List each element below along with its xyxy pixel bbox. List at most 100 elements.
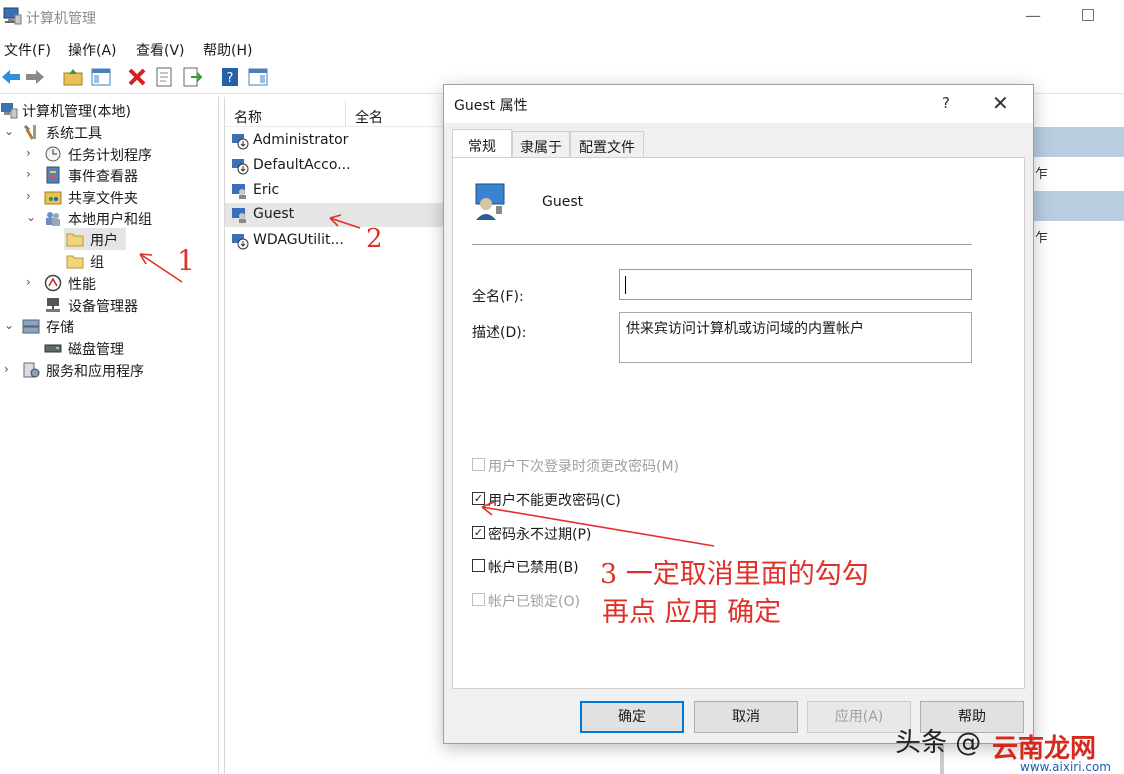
folder-icon — [66, 233, 84, 247]
divider — [472, 244, 972, 245]
tab-profile[interactable]: 配置文件 — [570, 131, 644, 157]
menu-action[interactable]: 操作(A) — [68, 40, 117, 60]
actions-header-guest[interactable] — [1033, 191, 1124, 221]
checkbox-box-checked[interactable]: ✓ — [472, 526, 485, 539]
help-icon[interactable]: ? — [219, 66, 241, 88]
folder-icon — [66, 255, 84, 269]
dialog-title-bar: Guest 属性 ? ✕ — [444, 85, 1033, 123]
performance-icon — [44, 274, 62, 292]
collapsed-chevron-icon[interactable]: › — [26, 167, 38, 181]
collapsed-chevron-icon[interactable]: › — [26, 146, 38, 160]
menu-file[interactable]: 文件(F) — [4, 40, 51, 60]
actions-more-label[interactable]: 乍 — [1035, 163, 1048, 182]
window-title: 计算机管理 — [26, 11, 96, 27]
up-folder-icon[interactable] — [62, 66, 84, 88]
disk-icon — [44, 344, 62, 353]
user-icon — [475, 183, 505, 220]
user-icon — [232, 208, 246, 223]
computer-management-icon — [3, 7, 22, 25]
tab-member-of[interactable]: 隶属于 — [512, 131, 570, 157]
tree-label: 性能 — [68, 277, 96, 293]
fullname-label: 全名(F): — [472, 289, 524, 305]
checkbox-box[interactable] — [472, 559, 485, 572]
fullname-input[interactable] — [619, 269, 972, 300]
users-group-icon — [46, 212, 60, 226]
expanded-chevron-icon[interactable]: ⌄ — [4, 318, 16, 332]
tools-icon — [24, 125, 36, 140]
dialog-help-button[interactable]: ? — [942, 94, 950, 112]
expanded-chevron-icon[interactable]: ⌄ — [4, 124, 16, 138]
clock-icon — [45, 146, 61, 162]
storage-icon — [22, 319, 40, 334]
watermark-text: 头条 @ — [895, 728, 982, 758]
menu-help[interactable]: 帮助(H) — [203, 40, 252, 60]
ok-button[interactable]: 确定 — [580, 701, 684, 733]
collapsed-chevron-icon[interactable]: › — [26, 189, 38, 203]
tab-general[interactable]: 常规 — [452, 129, 512, 159]
user-icon — [232, 184, 246, 199]
delete-icon[interactable] — [126, 66, 148, 88]
tree-label: 系统工具 — [46, 126, 102, 142]
text-caret — [625, 276, 626, 294]
tree-label: 计算机管理(本地) — [22, 104, 131, 120]
expanded-chevron-icon[interactable]: ⌄ — [26, 210, 38, 224]
list-item[interactable]: Eric — [225, 179, 445, 203]
action-pane-icon[interactable] — [247, 66, 269, 88]
tree-label: 设备管理器 — [68, 299, 138, 315]
annotation-step-3-line2: 再点 应用 确定 — [602, 597, 782, 628]
actions-pane: 乍 乍 — [1032, 97, 1124, 774]
watermark-url: www.aixiri.com — [1020, 760, 1111, 774]
account-name: Guest — [542, 194, 584, 210]
actions-more-label[interactable]: 乍 — [1035, 227, 1048, 246]
cancel-button[interactable]: 取消 — [694, 701, 798, 733]
tree-label: 服务和应用程序 — [46, 364, 144, 380]
tree-label: 事件查看器 — [68, 169, 138, 185]
export-list-icon[interactable] — [181, 66, 203, 88]
title-bar: 计算机管理 — — [0, 0, 1124, 34]
tree-label: 组 — [90, 255, 104, 271]
user-down-icon — [232, 134, 249, 150]
show-hide-tree-icon[interactable] — [90, 66, 112, 88]
description-label: 描述(D): — [472, 325, 527, 341]
checkbox-box[interactable] — [472, 593, 485, 606]
tree-label: 存储 — [46, 320, 74, 336]
tree-label: 用户 — [90, 233, 118, 249]
tree-label: 本地用户和组 — [68, 212, 152, 228]
column-divider[interactable] — [345, 101, 346, 127]
list-item-selected[interactable]: Guest — [225, 203, 445, 227]
column-header-fullname[interactable]: 全名 — [355, 107, 383, 127]
checkbox-box-checked[interactable]: ✓ — [472, 492, 485, 505]
user-down-icon — [232, 159, 249, 175]
actions-header-users[interactable] — [1033, 127, 1124, 157]
description-input[interactable]: 供来宾访问计算机或访问域的内置帐户 — [619, 312, 972, 363]
properties-icon[interactable] — [153, 66, 175, 88]
annotation-number-2: 2 — [366, 224, 383, 254]
tree-label: 磁盘管理 — [68, 342, 124, 358]
collapsed-chevron-icon[interactable]: › — [4, 362, 16, 376]
maximize-icon — [1082, 9, 1094, 21]
svg-text:?: ? — [227, 71, 234, 86]
list-item[interactable]: WDAGUtilit... — [225, 229, 445, 253]
user-list: 名称 全名 Administrator DefaultAcco... Eric … — [224, 97, 445, 774]
annotation-number-1: 1 — [177, 244, 195, 277]
navigation-tree: 计算机管理(本地) ⌄ 系统工具 › 任务计划程序 › 事件查看器 › 共享文件… — [0, 97, 219, 774]
forward-arrow-icon[interactable] — [24, 66, 46, 88]
collapsed-chevron-icon[interactable]: › — [26, 275, 38, 289]
menu-view[interactable]: 查看(V) — [136, 40, 185, 60]
tree-label: 共享文件夹 — [68, 191, 138, 207]
guest-properties-dialog: Guest 属性 ? ✕ 常规 隶属于 配置文件 Guest 全名(F): 描述… — [443, 84, 1034, 744]
dialog-title: Guest 属性 — [454, 98, 528, 114]
shared-folder-icon — [44, 191, 62, 205]
dialog-close-button[interactable]: ✕ — [992, 91, 1009, 115]
event-viewer-icon — [46, 166, 60, 184]
maximize-button[interactable] — [1074, 4, 1104, 28]
checkbox-box[interactable] — [472, 458, 485, 471]
list-item[interactable]: DefaultAcco... — [225, 154, 445, 178]
list-item[interactable]: Administrator — [225, 129, 445, 153]
user-down-icon — [232, 234, 249, 250]
back-arrow-icon[interactable] — [0, 66, 22, 88]
computer-management-icon — [1, 103, 18, 119]
column-header-name[interactable]: 名称 — [234, 107, 262, 127]
device-manager-icon — [46, 298, 60, 312]
minimize-button[interactable]: — — [1018, 4, 1048, 28]
